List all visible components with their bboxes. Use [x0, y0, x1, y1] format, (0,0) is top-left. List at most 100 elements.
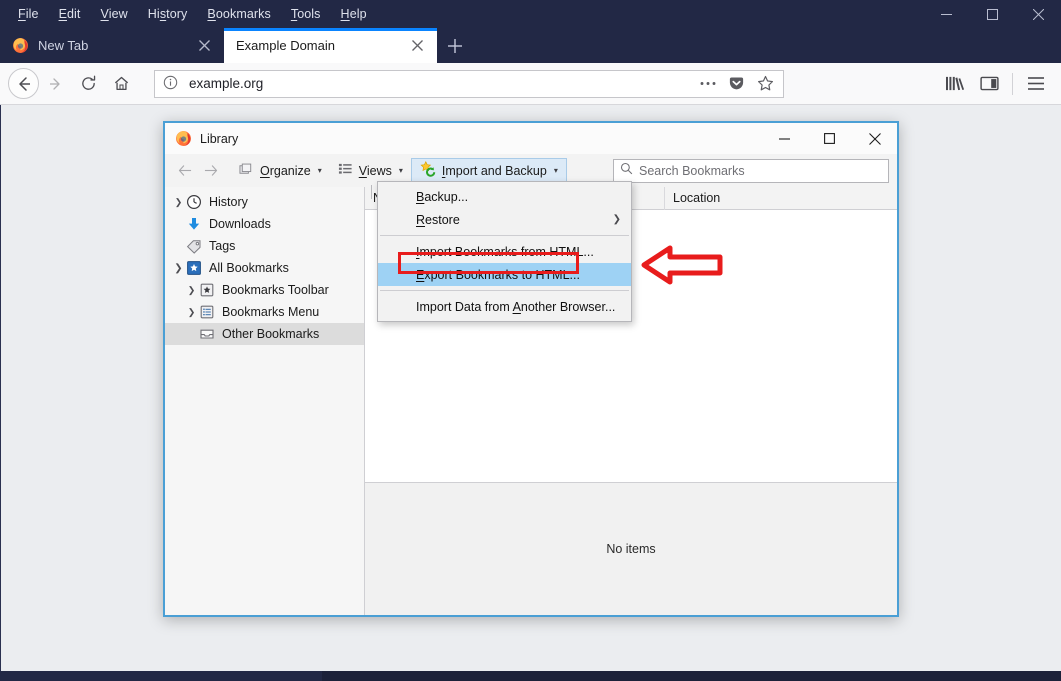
star-icon[interactable]: [752, 71, 779, 97]
sidebar-item-all-bookmarks[interactable]: ❯ All Bookmarks: [165, 257, 364, 279]
menu-tools[interactable]: Tools: [281, 3, 331, 26]
sidebar-item-label: Bookmarks Menu: [222, 305, 320, 319]
tabstrip: New Tab Example Domain: [0, 28, 1061, 63]
library-titlebar: Library: [165, 123, 897, 154]
menu-bookmarks[interactable]: Bookmarks: [197, 3, 280, 26]
sidebar-item-bookmarks-toolbar[interactable]: ❯ Bookmarks Toolbar: [165, 279, 364, 301]
browser-window-controls: [923, 0, 1061, 28]
chevron-right-icon[interactable]: ❯: [171, 197, 186, 208]
screen: File Edit View History Bookmarks Tools H…: [0, 0, 1061, 681]
sidebar-item-downloads[interactable]: Downloads: [165, 213, 364, 235]
minimize-icon[interactable]: [762, 123, 807, 154]
tab-example-domain[interactable]: Example Domain: [224, 28, 437, 63]
column-header-location[interactable]: Location: [665, 187, 897, 210]
menubar: File Edit View History Bookmarks Tools H…: [0, 3, 377, 26]
sidebar-item-label: History: [209, 195, 248, 209]
menu-edit[interactable]: Edit: [49, 3, 91, 26]
sidebar-item-other-bookmarks[interactable]: Other Bookmarks: [165, 323, 364, 345]
tab-new-tab[interactable]: New Tab: [0, 28, 224, 63]
detail-pane: No items: [365, 482, 897, 615]
views-label: Views: [358, 163, 392, 178]
sidebar-icon[interactable]: [972, 67, 1007, 100]
tab-label: New Tab: [38, 38, 89, 53]
menu-item-import-data-from-another-browser[interactable]: Import Data from Another Browser...: [378, 295, 631, 318]
annotation-pointer-arrow: [640, 243, 724, 292]
import-and-backup-menu: Backup... Restore ❯ Import Bookmarks fro…: [377, 181, 632, 322]
ellipsis-icon[interactable]: [694, 71, 721, 97]
chevron-down-icon[interactable]: ❯: [171, 263, 186, 274]
column-divider: [371, 185, 372, 199]
maximize-icon[interactable]: [807, 123, 852, 154]
library-icon[interactable]: [937, 67, 972, 100]
sidebar-item-history[interactable]: ❯ History: [165, 191, 364, 213]
organize-button[interactable]: Organize ▾: [231, 158, 330, 183]
close-icon[interactable]: [1015, 0, 1061, 28]
menu-item-backup[interactable]: Backup...: [378, 185, 631, 208]
info-circle-icon[interactable]: [163, 75, 180, 92]
download-arrow-icon: [186, 216, 203, 233]
chevron-right-icon: ❯: [612, 214, 621, 225]
menu-help[interactable]: Help: [331, 3, 377, 26]
maximize-icon[interactable]: [969, 0, 1015, 28]
menu-separator: [380, 235, 629, 236]
reload-icon[interactable]: [72, 67, 105, 100]
menu-file[interactable]: File: [8, 3, 49, 26]
hamburger-menu-icon[interactable]: [1018, 67, 1053, 100]
library-sidebar-tree: ❯ History Downloads Tags ❯ All Bookmarks…: [165, 187, 365, 615]
menu-item-label: Import Data from Another Browser...: [416, 299, 616, 314]
menu-item-import-bookmarks-from-html[interactable]: Import Bookmarks from HTML...: [378, 240, 631, 263]
tag-icon: [186, 238, 203, 255]
chevron-down-icon: ▾: [553, 166, 558, 175]
new-tab-button[interactable]: [437, 28, 473, 63]
home-icon[interactable]: [105, 67, 138, 100]
bookmarks-folder-icon: [186, 260, 203, 277]
chevron-right-icon[interactable]: ❯: [184, 285, 199, 296]
sidebar-item-label: Tags: [209, 239, 236, 253]
close-icon[interactable]: [407, 36, 427, 56]
library-window-controls: [762, 123, 897, 154]
import-and-backup-label: Import and Backup: [441, 163, 547, 178]
url-input[interactable]: example.org: [189, 76, 694, 91]
menu-view[interactable]: View: [91, 3, 138, 26]
close-icon[interactable]: [194, 36, 214, 56]
close-icon[interactable]: [852, 123, 897, 154]
sidebar-item-label: Downloads: [209, 217, 271, 231]
organize-label: Organize: [260, 163, 311, 178]
library-title: Library: [200, 131, 239, 146]
sidebar-item-label: Other Bookmarks: [222, 327, 320, 341]
views-button[interactable]: Views ▾: [330, 158, 411, 183]
sidebar-item-bookmarks-menu[interactable]: ❯ Bookmarks Menu: [165, 301, 364, 323]
no-items-text: No items: [606, 542, 656, 556]
url-bar[interactable]: example.org: [154, 69, 784, 98]
toolbar-folder-icon: [199, 282, 216, 299]
menu-item-export-bookmarks-to-html[interactable]: Export Bookmarks to HTML...: [378, 263, 631, 286]
menu-folder-icon: [199, 304, 216, 321]
views-list-icon: [338, 162, 353, 180]
firefox-icon: [12, 37, 29, 54]
tab-label: Example Domain: [236, 38, 335, 53]
menu-history[interactable]: History: [138, 3, 198, 26]
forward-arrow-icon[interactable]: [39, 67, 72, 100]
menu-item-label: Backup...: [416, 189, 469, 204]
toolbar-separator: [1012, 72, 1013, 95]
menu-item-label: Restore: [416, 212, 460, 227]
minimize-icon[interactable]: [923, 0, 969, 28]
menu-item-restore[interactable]: Restore ❯: [378, 208, 631, 231]
import-and-backup-button[interactable]: Import and Backup ▾: [410, 158, 567, 183]
search-bookmarks-input[interactable]: Search Bookmarks: [613, 158, 889, 183]
menu-item-label: Export Bookmarks to HTML...: [416, 267, 580, 282]
firefox-icon: [175, 130, 192, 147]
clock-icon: [186, 194, 203, 211]
search-icon: [620, 162, 633, 180]
chevron-down-icon: ▾: [317, 166, 322, 175]
pocket-icon[interactable]: [723, 71, 750, 97]
chevron-right-icon[interactable]: ❯: [184, 307, 199, 318]
back-arrow-icon[interactable]: [173, 159, 198, 183]
back-arrow-icon[interactable]: [8, 68, 39, 99]
taskbar-highlight: [322, 671, 1061, 681]
sidebar-item-tags[interactable]: Tags: [165, 235, 364, 257]
browser-titlebar: File Edit View History Bookmarks Tools H…: [0, 0, 1061, 28]
import-backup-icon: [420, 160, 436, 180]
other-bookmarks-icon: [199, 326, 216, 343]
forward-arrow-icon[interactable]: [198, 159, 223, 183]
